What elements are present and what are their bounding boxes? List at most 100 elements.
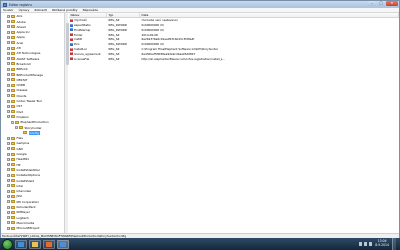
volume-icon[interactable] (368, 242, 373, 246)
tree-item[interactable]: + KoCodecPack (7, 205, 36, 210)
tree-item[interactable]: + Apple (7, 35, 25, 40)
tree-item[interactable]: + CDDB (7, 83, 25, 88)
tree-item[interactable]: + CBSTAT (7, 78, 27, 83)
tree-item[interactable]: + KMPlayer (7, 210, 30, 215)
tree-expander[interactable]: + (7, 168, 10, 172)
tree-expander[interactable]: + (7, 14, 10, 18)
tree-expander[interactable]: + (7, 30, 10, 34)
menu-view[interactable]: Zobrazit (34, 8, 46, 12)
tree-expander[interactable]: + (7, 35, 10, 39)
tree-item[interactable]: + Ariel (7, 41, 23, 46)
tree-item[interactable]: – Storyhunter (15, 125, 42, 130)
minimize-button[interactable]: – (368, 1, 376, 6)
tree-expander[interactable]: – (11, 120, 14, 124)
tree-item[interactable]: + Classes (7, 88, 27, 93)
tree-item[interactable]: Config (19, 130, 40, 136)
tree-expander[interactable]: + (7, 194, 10, 198)
network-icon[interactable] (363, 242, 368, 246)
tree-item[interactable]: + Logitech (7, 215, 29, 220)
tree-expander[interactable]: + (7, 200, 10, 204)
flag-icon[interactable] (358, 242, 363, 246)
taskbar-explorer-button[interactable] (29, 239, 41, 249)
tree-expander[interactable]: + (7, 216, 10, 220)
tree-scrollbar[interactable] (64, 13, 69, 233)
tree-item[interactable]: + Dropbox (7, 115, 29, 120)
tree-expander[interactable]: + (7, 67, 10, 71)
registry-key-tree[interactable]: + AOL + Adobe + Ahead + Apple Inc + Apple + Ariel + A… (1, 13, 68, 233)
tree-expander[interactable]: + (7, 46, 10, 50)
tree-item[interactable]: + Gemplus (7, 141, 29, 146)
tree-item[interactable]: + Google (7, 152, 27, 157)
tree-item[interactable]: + ATI (7, 46, 21, 51)
tree-expander[interactable]: + (7, 147, 10, 151)
start-button[interactable] (2, 238, 13, 250)
tree-item[interactable]: + AOL (7, 14, 22, 19)
tree-expander[interactable]: + (7, 221, 10, 225)
tree-item[interactable]: + Clients (7, 94, 26, 99)
tree-expander[interactable]: + (7, 189, 10, 193)
tree-item[interactable]: + GNU (7, 147, 23, 152)
column-header-data[interactable]: Data (140, 13, 399, 17)
tree-item[interactable]: + AVAST Software (7, 56, 39, 61)
tree-item[interactable]: + MicrosoftProject (7, 226, 40, 231)
tree-expander[interactable]: + (7, 110, 10, 114)
tree-item[interactable]: + Intervideo (7, 189, 31, 194)
column-header-type[interactable]: Typ (107, 13, 140, 17)
maximize-button[interactable]: □ (377, 1, 385, 6)
menu-help[interactable]: Nápověda (83, 8, 98, 12)
tree-expander[interactable]: + (7, 57, 10, 61)
close-button[interactable]: ✕ (386, 1, 398, 6)
tree-item[interactable]: + KPI Corporation (7, 200, 39, 205)
tree-expander[interactable]: + (7, 115, 10, 119)
tree-item[interactable]: + InstalledOptions (7, 173, 40, 178)
menu-file[interactable]: Soubor (3, 8, 14, 12)
tree-item[interactable]: – ElephantProduction (11, 120, 49, 125)
tree-item[interactable]: + DivX (7, 109, 23, 114)
tree-expander[interactable]: – (15, 126, 18, 130)
title-bar[interactable]: Editor registru – □ ✕ (1, 1, 399, 8)
tree-expander[interactable]: + (7, 41, 10, 45)
show-desktop-button[interactable] (392, 238, 396, 250)
menu-favorites[interactable]: Oblíbené položky (52, 8, 78, 12)
tree-item[interactable]: + HP (7, 162, 20, 167)
tree-expander[interactable]: + (7, 141, 10, 145)
tree-item[interactable]: + Broadcom (7, 62, 31, 67)
tree-expander[interactable]: + (7, 184, 10, 188)
tree-expander[interactable]: + (7, 163, 10, 167)
value-row[interactable]: ab LicenseFile REG_SZ http://sh.elephantsof… (69, 56, 340, 61)
tree-expander[interactable]: + (7, 205, 10, 209)
tree-item[interactable]: + ATI Technologies (7, 51, 40, 56)
tree-item[interactable]: + InstallShieldDisc (7, 168, 40, 173)
tree-expander[interactable]: + (7, 226, 10, 230)
tree-expander[interactable]: + (7, 136, 10, 140)
tree-expander[interactable]: + (7, 78, 10, 82)
tree-expander[interactable]: + (7, 210, 10, 214)
tree-item[interactable]: + InstallShield (7, 178, 34, 183)
tree-expander[interactable]: + (7, 73, 10, 77)
value-row[interactable]: ab InstID REG_SZ 6e2b9376a6c91ea05316b15c3f… (69, 37, 340, 42)
tree-item[interactable]: + Apple Inc (7, 30, 30, 35)
tree-expander[interactable]: + (7, 99, 10, 103)
tree-item[interactable]: + Files (7, 136, 23, 141)
menu-edit[interactable]: Úpravy (19, 8, 30, 12)
taskbar-media-button[interactable] (43, 239, 55, 249)
taskbar-ie-button[interactable] (15, 239, 27, 249)
tree-expander[interactable]: + (7, 179, 10, 183)
tree-expander[interactable]: + (7, 157, 10, 161)
tree-item[interactable]: + Intel (7, 184, 23, 189)
tree-expander[interactable]: + (7, 25, 10, 29)
taskbar-regedit-button[interactable] (57, 239, 69, 249)
column-header-name[interactable]: Název (69, 13, 107, 17)
tree-expander[interactable]: + (7, 51, 10, 55)
tree-item[interactable]: + BitProductManage (7, 72, 43, 77)
tree-expander[interactable]: + (7, 88, 10, 92)
tree-item[interactable]: + HeadMix (7, 157, 29, 162)
clock[interactable]: 13:04 8.9.2014 (375, 240, 389, 247)
tree-item[interactable]: + Ahead (7, 25, 26, 30)
tree-item[interactable]: + Adobe (7, 19, 26, 24)
tree-item[interactable]: + JSSI (7, 194, 22, 199)
tree-item[interactable]: + Macromedia (7, 221, 34, 226)
tree-item[interactable]: + BitPoint (7, 67, 28, 72)
tree-expander[interactable]: + (7, 152, 10, 156)
tree-item[interactable]: + CST (7, 104, 22, 109)
